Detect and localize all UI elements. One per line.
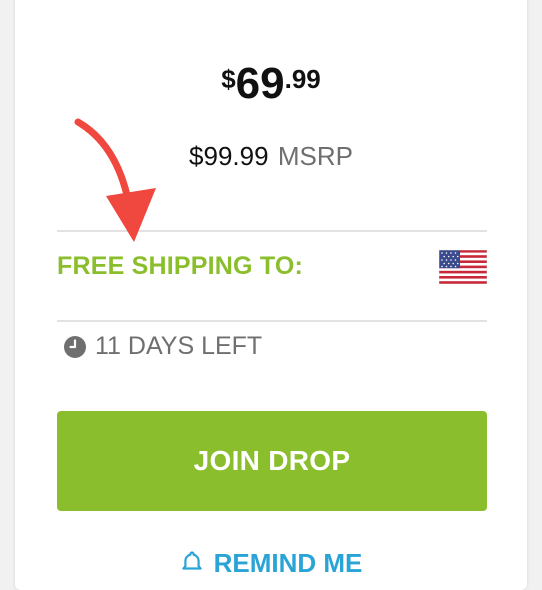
- msrp-value: $99.99: [189, 141, 269, 171]
- price: $69.99: [15, 62, 527, 106]
- join-drop-button[interactable]: JOIN DROP: [57, 411, 487, 511]
- bell-icon: [181, 551, 202, 570]
- product-card: $69.99 $99.99 MSRP FREE SHIPPING TO: 11 …: [15, 0, 527, 590]
- divider: [57, 320, 487, 322]
- msrp-label: MSRP: [277, 141, 353, 171]
- msrp: $99.99 MSRP: [15, 143, 527, 169]
- clock-icon: [64, 335, 86, 358]
- free-shipping-label: FREE SHIPPING TO:: [57, 252, 304, 280]
- price-cents: .99: [284, 64, 321, 94]
- days-left-text: 11 DAYS LEFT: [95, 332, 263, 360]
- remind-me-label: REMIND ME: [213, 548, 363, 578]
- remind-me-link[interactable]: REMIND ME: [15, 550, 527, 576]
- price-dollars: 69: [235, 59, 285, 108]
- days-left-timer: 11 DAYS LEFT: [63, 334, 262, 359]
- divider: [57, 230, 487, 232]
- us-flag-icon[interactable]: [439, 250, 487, 284]
- price-currency-symbol: $: [221, 64, 236, 94]
